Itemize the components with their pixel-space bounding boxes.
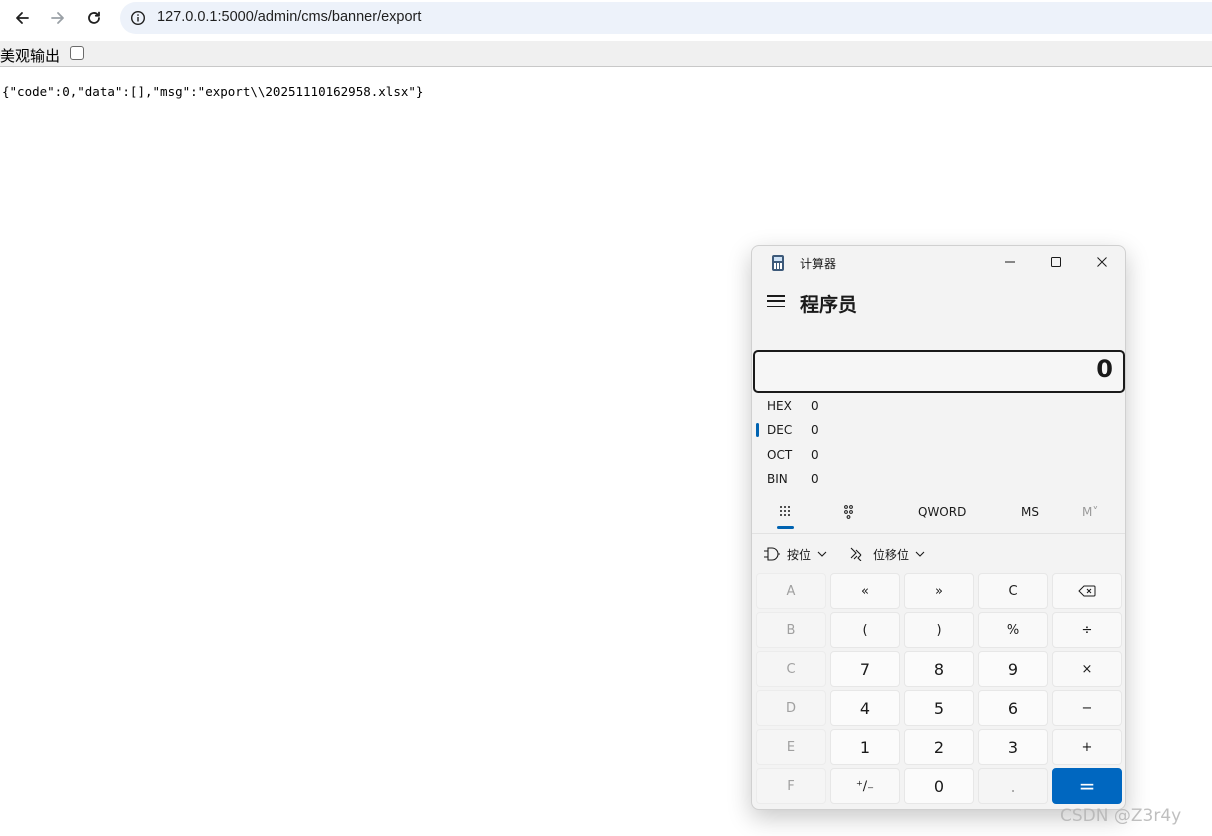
backspace-icon — [1078, 585, 1096, 597]
bitwise-label: 按位 — [787, 547, 812, 562]
pretty-print-bar: 美观输出 — [0, 41, 1212, 67]
key-2[interactable]: 2 — [904, 729, 974, 765]
active-keypad-indicator — [777, 526, 794, 529]
key-9[interactable]: 9 — [978, 651, 1048, 687]
minimize-button[interactable] — [987, 246, 1033, 278]
radix-dec-row[interactable]: DEC 0 — [752, 419, 952, 443]
radix-oct-row[interactable]: OCT 0 — [752, 444, 952, 468]
radix-value: 0 — [811, 399, 819, 413]
memory-store-button[interactable]: MS — [1021, 505, 1039, 519]
memory-view-button[interactable]: M˅ — [1082, 505, 1098, 519]
key-equals[interactable]: = — [1052, 768, 1122, 804]
radix-value: 0 — [811, 448, 819, 462]
maximize-icon — [1051, 257, 1061, 267]
key-c[interactable]: C — [756, 651, 826, 687]
key-e[interactable]: E — [756, 729, 826, 765]
display-value: 0 — [1096, 355, 1113, 383]
address-bar[interactable]: 127.0.0.1:5000/admin/cms/banner/export — [120, 2, 1212, 34]
key-8[interactable]: 8 — [904, 651, 974, 687]
reload-icon — [88, 11, 100, 24]
bitshift-label: 位移位 — [873, 547, 910, 562]
key-divide[interactable]: ÷ — [1052, 612, 1122, 648]
close-button[interactable] — [1079, 246, 1125, 278]
word-size-button[interactable]: QWORD — [918, 505, 966, 519]
navigation-menu-button[interactable] — [767, 294, 785, 308]
window-title: 计算器 — [800, 257, 837, 271]
key-open-paren[interactable]: ( — [830, 612, 900, 648]
key-0[interactable]: 0 — [904, 768, 974, 804]
radix-label: HEX — [767, 399, 792, 413]
key-a[interactable]: A — [756, 573, 826, 609]
key-rotate-left[interactable]: « — [830, 573, 900, 609]
radix-value: 0 — [811, 423, 819, 437]
active-radix-indicator — [756, 423, 759, 437]
radix-hex-row[interactable]: HEX 0 — [752, 395, 952, 419]
key-percent[interactable]: % — [978, 612, 1048, 648]
bitwise-dropdown[interactable]: 按位 — [763, 544, 827, 564]
key-f[interactable]: F — [756, 768, 826, 804]
chevron-down-icon — [915, 551, 925, 557]
reload-button[interactable] — [80, 4, 108, 32]
radix-bin-row[interactable]: BIN 0 — [752, 468, 952, 492]
calculator-window: 计算器 程序员 0 HEX 0 DEC 0 OCT 0 BIN 0 QWORD … — [751, 245, 1126, 810]
key-5[interactable]: 5 — [904, 690, 974, 726]
radix-label: OCT — [767, 448, 793, 462]
key-negate[interactable]: ⁺∕₋ — [830, 768, 900, 804]
pretty-print-checkbox[interactable] — [70, 46, 84, 60]
logic-gate-icon — [764, 547, 780, 561]
toolbar-divider — [752, 533, 1125, 534]
back-button[interactable] — [8, 4, 36, 32]
key-add[interactable]: + — [1052, 729, 1122, 765]
result-display: 0 — [753, 350, 1125, 393]
key-backspace[interactable] — [1052, 573, 1122, 609]
radix-label: DEC — [767, 423, 793, 437]
key-subtract[interactable]: − — [1052, 690, 1122, 726]
calculator-app-icon — [772, 255, 784, 271]
chevron-down-icon — [817, 551, 827, 557]
arrow-right-icon — [51, 12, 64, 24]
hamburger-icon — [767, 295, 785, 297]
key-d[interactable]: D — [756, 690, 826, 726]
key-close-paren[interactable]: ) — [904, 612, 974, 648]
mode-title: 程序员 — [800, 294, 858, 316]
bitshift-dropdown[interactable]: 位移位 — [849, 544, 925, 564]
maximize-button[interactable] — [1033, 246, 1079, 278]
radix-value: 0 — [811, 472, 819, 486]
minimize-icon — [1005, 261, 1015, 263]
bit-toggle-keypad-icon[interactable] — [841, 504, 861, 522]
watermark: CSDN @Z3r4y — [1060, 806, 1182, 826]
forward-button[interactable] — [44, 4, 72, 32]
key-rotate-right[interactable]: » — [904, 573, 974, 609]
url-text[interactable]: 127.0.0.1:5000/admin/cms/banner/export — [157, 9, 421, 25]
key-b[interactable]: B — [756, 612, 826, 648]
key-4[interactable]: 4 — [830, 690, 900, 726]
key-decimal[interactable]: . — [978, 768, 1048, 804]
arrow-left-icon — [16, 12, 29, 24]
key-3[interactable]: 3 — [978, 729, 1048, 765]
key-6[interactable]: 6 — [978, 690, 1048, 726]
radix-label: BIN — [767, 472, 788, 486]
close-icon — [1097, 257, 1107, 267]
keypad: A « » C B ( ) % ÷ C 7 8 9 × D 4 5 6 − E … — [756, 573, 1122, 807]
browser-toolbar: 127.0.0.1:5000/admin/cms/banner/export — [0, 0, 1212, 36]
site-info-icon[interactable] — [130, 10, 146, 26]
full-keypad-icon[interactable] — [777, 504, 797, 522]
key-multiply[interactable]: × — [1052, 651, 1122, 687]
key-7[interactable]: 7 — [830, 651, 900, 687]
key-clear[interactable]: C — [978, 573, 1048, 609]
json-response-body: {"code":0,"data":[],"msg":"export\\20251… — [2, 84, 424, 99]
key-1[interactable]: 1 — [830, 729, 900, 765]
bit-shift-icon — [850, 547, 862, 561]
pretty-print-label: 美观输出 — [0, 47, 61, 65]
